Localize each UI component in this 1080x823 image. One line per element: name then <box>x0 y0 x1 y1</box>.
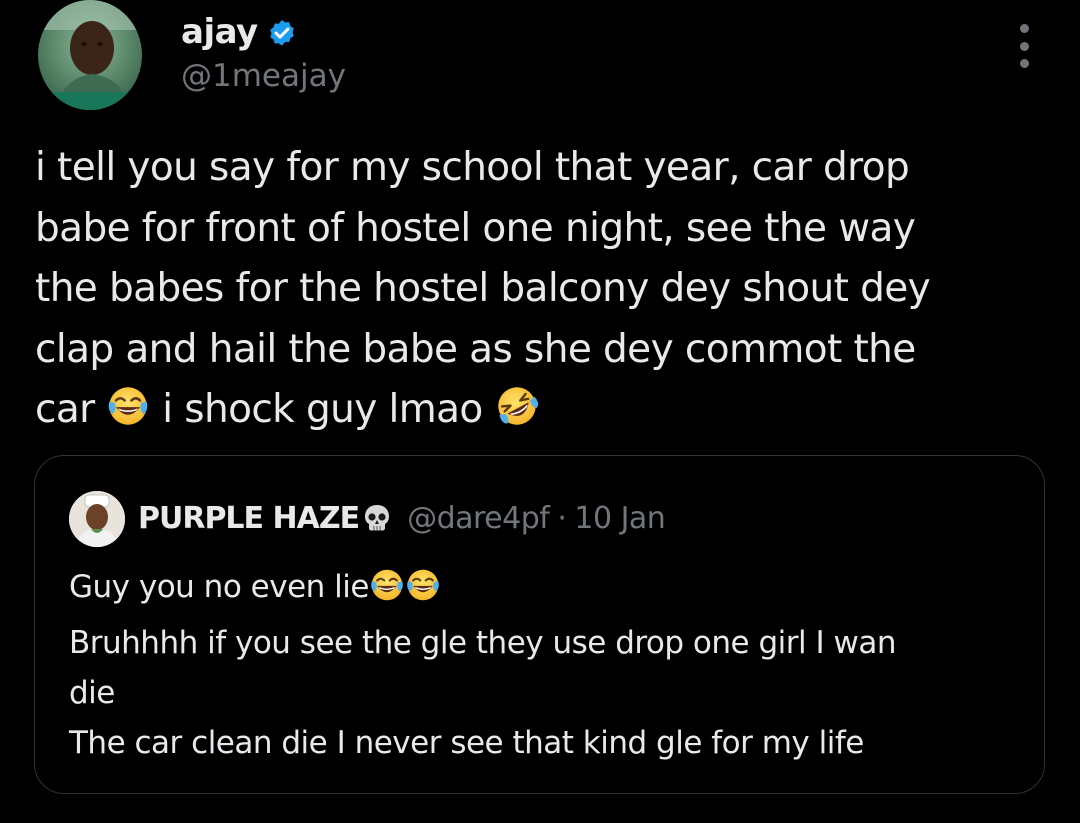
face-with-tears-of-joy-icon <box>405 567 441 618</box>
author-name[interactable]: ajay <box>181 12 258 52</box>
tweet-text-line: i tell you say for my school that year, … <box>35 145 910 190</box>
rolling-on-the-floor-laughing-icon <box>495 384 539 447</box>
tweet-text-line: the babes for the hostel balcony dey sho… <box>35 266 931 311</box>
quote-text-line: die <box>69 675 115 711</box>
more-options-icon[interactable] <box>1010 24 1038 68</box>
more-dot <box>1019 24 1029 33</box>
tweet-text-line: clap and hail the babe as she dey commot… <box>35 326 916 372</box>
quote-author-name[interactable]: PURPLE HAZE <box>138 501 360 536</box>
quote-header[interactable]: PURPLE HAZE @dare4pf · 10 Jan <box>138 496 666 540</box>
tweet-text-fragment: car <box>35 387 95 432</box>
quote-tweet-card[interactable]: PURPLE HAZE @dare4pf · 10 Jan Guy you no… <box>34 455 1045 794</box>
quote-text-fragment: Guy you no even lie <box>69 569 369 605</box>
quote-author-handle[interactable]: @dare4pf <box>407 501 550 536</box>
quote-text-line: Bruhhhh if you see the gle they use drop… <box>69 625 896 661</box>
quote-separator: · <box>557 500 567 536</box>
quote-author-avatar[interactable] <box>69 491 125 547</box>
quote-date[interactable]: 10 Jan <box>574 501 665 536</box>
quote-text-line: Guy you no even lie <box>69 562 1029 618</box>
face-with-tears-of-joy-icon <box>106 384 150 447</box>
author-name-row[interactable]: ajay <box>181 10 298 54</box>
skull-icon <box>361 502 393 534</box>
tweet-text-line-last: car i shock guy lmao <box>35 380 1045 447</box>
more-dot <box>1019 59 1029 68</box>
tweet-text: i tell you say for my school that year, … <box>35 138 1045 447</box>
author-avatar[interactable] <box>38 0 142 110</box>
quote-text-line: The car clean die I never see that kind … <box>69 725 864 761</box>
author-handle[interactable]: @1meajay <box>181 58 346 94</box>
tweet[interactable]: ajay @1meajay i tell you say for my scho… <box>0 0 1080 823</box>
face-with-tears-of-joy-icon <box>369 567 405 618</box>
quote-text: Guy you no even lie Bruhhhh if you see t… <box>69 562 1029 768</box>
more-dot <box>1019 41 1029 51</box>
tweet-text-fragment: i shock guy lmao <box>162 387 483 432</box>
verified-badge-icon <box>266 18 298 50</box>
tweet-text-line: babe for front of hostel one night, see … <box>35 205 916 251</box>
